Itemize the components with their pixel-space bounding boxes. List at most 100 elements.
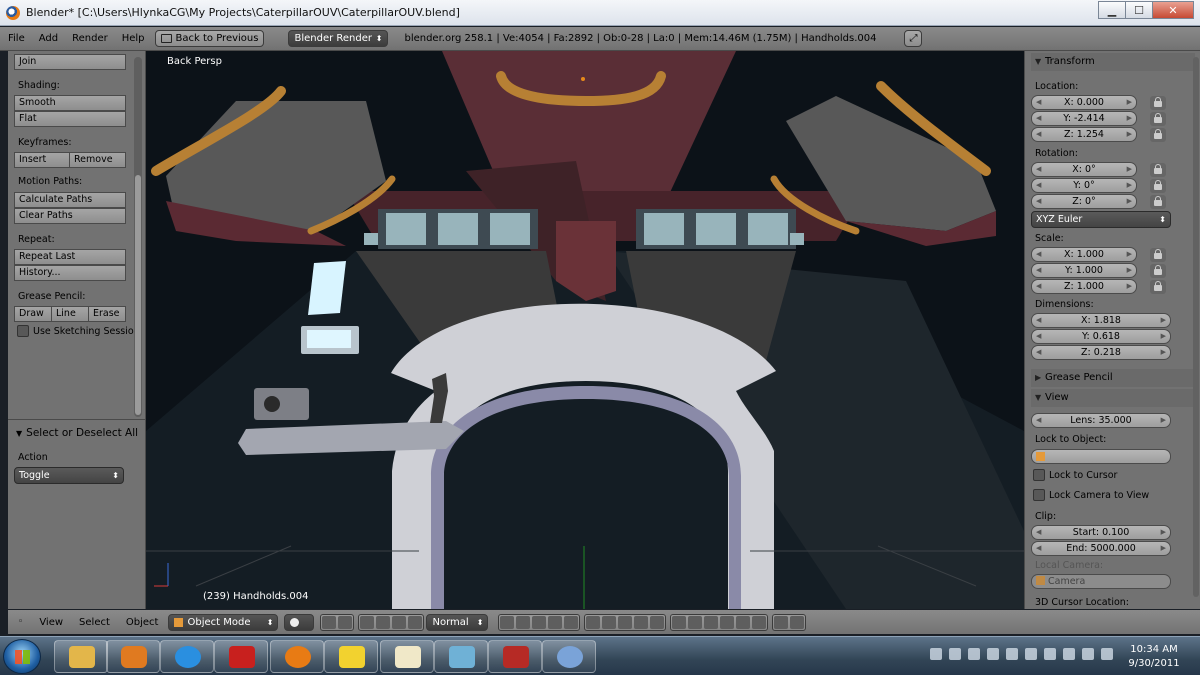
menu-help[interactable]: Help [122, 33, 145, 44]
lock-to-cursor-label: Lock to Cursor [1049, 470, 1118, 481]
location-x-field[interactable]: ◀ X: 0.000 ▶ [1031, 95, 1137, 110]
menu-view[interactable]: View [39, 617, 63, 628]
close-button[interactable]: ✕ [1152, 1, 1194, 19]
toolshelf-scrollbar[interactable] [134, 57, 142, 417]
render-icons[interactable] [772, 613, 807, 631]
maximize-button[interactable]: ☐ [1125, 1, 1153, 19]
tray-icon[interactable] [1006, 648, 1018, 660]
smooth-button[interactable]: Smooth [14, 95, 126, 111]
tray-icon[interactable] [1101, 648, 1113, 660]
operator-panel-header[interactable]: ▼ Select or Deselect All [16, 427, 138, 439]
use-sketching-checkbox[interactable] [17, 325, 29, 337]
lock-icon[interactable] [1150, 280, 1166, 294]
lock-icon[interactable] [1150, 179, 1166, 193]
action-select[interactable]: Toggle ⬍ [14, 467, 124, 484]
paint-taskbar-icon[interactable] [542, 640, 596, 673]
scale-y-field[interactable]: ◀ Y: 1.000 ▶ [1031, 263, 1137, 278]
mode-select[interactable]: Object Mode ⬍ [168, 613, 279, 631]
scale-x-field[interactable]: ◀ X: 1.000 ▶ [1031, 247, 1137, 262]
clip-end-field[interactable]: ◀ End: 5000.000 ▶ [1031, 541, 1171, 556]
local-camera-field[interactable]: Camera [1031, 574, 1171, 589]
calculate-paths-button[interactable]: Calculate Paths [14, 192, 126, 208]
rotation-mode-select[interactable]: XYZ Euler ⬍ [1031, 211, 1171, 228]
lock-icon[interactable] [1150, 264, 1166, 278]
dimension-y-field[interactable]: ◀ Y: 0.618 ▶ [1031, 329, 1171, 344]
tray-icon[interactable] [968, 648, 980, 660]
back-to-previous-button[interactable]: Back to Previous [154, 30, 265, 47]
repeat-last-button[interactable]: Repeat Last [14, 249, 126, 265]
minimize-button[interactable]: ▁ [1098, 1, 1126, 19]
lock-icon[interactable] [1150, 195, 1166, 209]
updown-arrow-icon: ⬍ [1159, 215, 1166, 224]
presentation-taskbar-icon[interactable] [380, 640, 434, 673]
menu-object[interactable]: Object [126, 617, 159, 628]
orientation-select[interactable]: Normal ⬍ [426, 613, 489, 631]
menu-select[interactable]: Select [79, 617, 110, 628]
viewport-shading-select[interactable] [284, 613, 315, 631]
remove-keyframe-button[interactable]: Remove [69, 152, 126, 168]
taskbar-clock[interactable]: 10:34 AM 9/30/2011 [1124, 643, 1184, 671]
network-icon[interactable] [1044, 648, 1056, 660]
rotation-y-field[interactable]: ◀ Y: 0° ▶ [1031, 178, 1137, 193]
lock-to-cursor-checkbox[interactable] [1033, 469, 1045, 481]
editor-type-icon[interactable]: ◦ [18, 617, 23, 627]
tray-icon[interactable] [930, 648, 942, 660]
scale-z-field[interactable]: ◀ Z: 1.000 ▶ [1031, 279, 1137, 294]
tray-icon[interactable] [1063, 648, 1075, 660]
grease-erase-button[interactable]: Erase [88, 306, 126, 322]
grease-line-button[interactable]: Line [51, 306, 89, 322]
help-taskbar-icon[interactable] [324, 640, 378, 673]
volume-icon[interactable] [1082, 648, 1094, 660]
rotation-z-field[interactable]: ◀ Z: 0° ▶ [1031, 194, 1137, 209]
clear-paths-button[interactable]: Clear Paths [14, 208, 126, 224]
lock-icon[interactable] [1150, 163, 1166, 177]
snap-icons[interactable] [670, 613, 769, 631]
lock-to-object-field[interactable] [1031, 449, 1171, 464]
render-engine-select[interactable]: Blender Render ⬍ [288, 30, 389, 47]
toolshelf-scroll-thumb[interactable] [135, 175, 141, 415]
transform-panel-header[interactable]: ▼ Transform [1031, 53, 1195, 71]
explorer-taskbar-icon[interactable] [54, 640, 108, 673]
rotation-x-field[interactable]: ◀ X: 0° ▶ [1031, 162, 1137, 177]
layer-buttons[interactable] [498, 613, 581, 631]
editor-taskbar-icon[interactable] [434, 640, 488, 673]
lock-camera-to-view-checkbox[interactable] [1033, 489, 1045, 501]
lock-icon[interactable] [1150, 112, 1166, 126]
view-panel-header[interactable]: ▼ View [1031, 389, 1195, 407]
3d-viewport[interactable]: Back Persp (239) Handholds.004 [146, 51, 1024, 609]
dimension-x-field[interactable]: ◀ X: 1.818 ▶ [1031, 313, 1171, 328]
tray-icon[interactable] [1025, 648, 1037, 660]
tray-icon[interactable] [949, 648, 961, 660]
location-y-value: Y: -2.414 [1063, 113, 1105, 124]
clip-start-value: Start: 0.100 [1072, 527, 1130, 538]
lock-icon[interactable] [1150, 96, 1166, 110]
grease-pencil-panel-header[interactable]: ▶ Grease Pencil [1031, 369, 1195, 387]
acrobat-taskbar-icon[interactable] [214, 640, 268, 673]
location-y-field[interactable]: ◀ Y: -2.414 ▶ [1031, 111, 1137, 126]
menu-file[interactable]: File [8, 33, 25, 44]
lock-icon[interactable] [1150, 248, 1166, 262]
insert-keyframe-button[interactable]: Insert [14, 152, 70, 168]
flat-button[interactable]: Flat [14, 111, 126, 127]
pivot-icons[interactable] [320, 613, 355, 631]
fullscreen-icon[interactable]: ⤢ [904, 30, 923, 47]
join-button[interactable]: Join [14, 54, 126, 70]
media-player-taskbar-icon[interactable] [106, 640, 160, 673]
menu-add[interactable]: Add [39, 33, 58, 44]
properties-scrollbar[interactable] [1193, 57, 1199, 597]
dimension-z-field[interactable]: ◀ Z: 0.218 ▶ [1031, 345, 1171, 360]
tray-icon[interactable] [987, 648, 999, 660]
internet-explorer-taskbar-icon[interactable] [160, 640, 214, 673]
lock-icon[interactable] [1150, 128, 1166, 142]
menu-render[interactable]: Render [72, 33, 108, 44]
history-button[interactable]: History... [14, 265, 126, 281]
arrow-app-taskbar-icon[interactable] [488, 640, 542, 673]
lens-field[interactable]: ◀ Lens: 35.000 ▶ [1031, 413, 1171, 428]
location-z-field[interactable]: ◀ Z: 1.254 ▶ [1031, 127, 1137, 142]
start-button[interactable] [3, 639, 41, 674]
manipulator-icons[interactable] [358, 613, 425, 631]
layer-buttons-2[interactable] [584, 613, 667, 631]
clip-start-field[interactable]: ◀ Start: 0.100 ▶ [1031, 525, 1171, 540]
grease-draw-button[interactable]: Draw [14, 306, 52, 322]
blender-taskbar-icon[interactable] [270, 640, 324, 673]
